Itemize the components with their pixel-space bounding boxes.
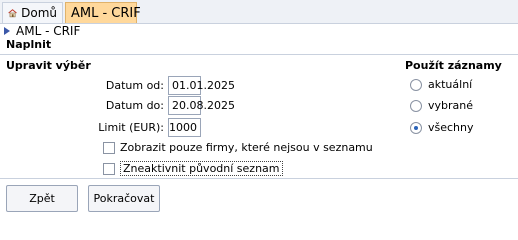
radio-selected-label: vybrané	[428, 99, 474, 112]
radio-selected-circle[interactable]	[410, 99, 422, 112]
radio-selected[interactable]: vybrané	[410, 99, 473, 112]
radio-current[interactable]: aktuální	[410, 78, 472, 91]
continue-button[interactable]: Pokračovat	[88, 185, 160, 212]
checkbox-deactivate-list[interactable]: Zneaktivnit původní seznam	[103, 161, 283, 176]
date-to-field[interactable]: 20.08.2025	[168, 96, 235, 115]
radio-current-label: aktuální	[428, 78, 473, 91]
tab-aml-crif-label: AML - CRIF	[71, 5, 141, 21]
tab-home-label: Domů	[21, 6, 57, 20]
tab-aml-crif[interactable]: AML - CRIF	[65, 2, 141, 23]
divider-top	[0, 54, 518, 55]
back-button[interactable]: Zpět	[6, 185, 78, 212]
radio-all[interactable]: všechny	[410, 121, 474, 134]
limit-label: Limit (EUR):	[98, 121, 164, 134]
date-from-field[interactable]: 01.01.2025	[168, 76, 235, 95]
checkbox-only-unlisted[interactable]: Zobrazit pouze firmy, které nejsou v sez…	[103, 141, 373, 154]
checkbox-only-unlisted-label: Zobrazit pouze firmy, které nejsou v sez…	[120, 141, 373, 154]
section-title: Naplnit	[6, 38, 52, 51]
breadcrumb-arrow-icon	[4, 27, 10, 35]
checkbox-only-unlisted-box[interactable]	[103, 141, 115, 154]
tab-home[interactable]: Domů	[2, 2, 63, 23]
breadcrumb: AML - CRIF	[4, 24, 80, 38]
divider-bottom	[0, 178, 518, 179]
radio-all-circle[interactable]	[410, 121, 422, 134]
right-group-title: Použít záznamy	[405, 59, 502, 72]
home-icon	[8, 9, 17, 18]
date-to-label: Datum do:	[105, 99, 164, 112]
limit-value: 1000	[169, 121, 197, 134]
checkbox-deactivate-list-box[interactable]	[103, 162, 115, 175]
radio-all-label: všechny	[428, 121, 474, 134]
breadcrumb-label: AML - CRIF	[16, 24, 81, 38]
tab-strip: Domů AML - CRIF	[0, 0, 518, 24]
date-from-value: 01.01.2025	[172, 79, 235, 92]
date-from-label: Datum od:	[105, 79, 164, 92]
date-to-value: 20.08.2025	[172, 99, 235, 112]
left-group-title: Upravit výběr	[6, 59, 91, 72]
limit-field[interactable]: 1000	[168, 118, 201, 137]
radio-current-circle[interactable]	[410, 78, 422, 91]
checkbox-deactivate-list-label: Zneaktivnit původní seznam	[120, 161, 283, 176]
